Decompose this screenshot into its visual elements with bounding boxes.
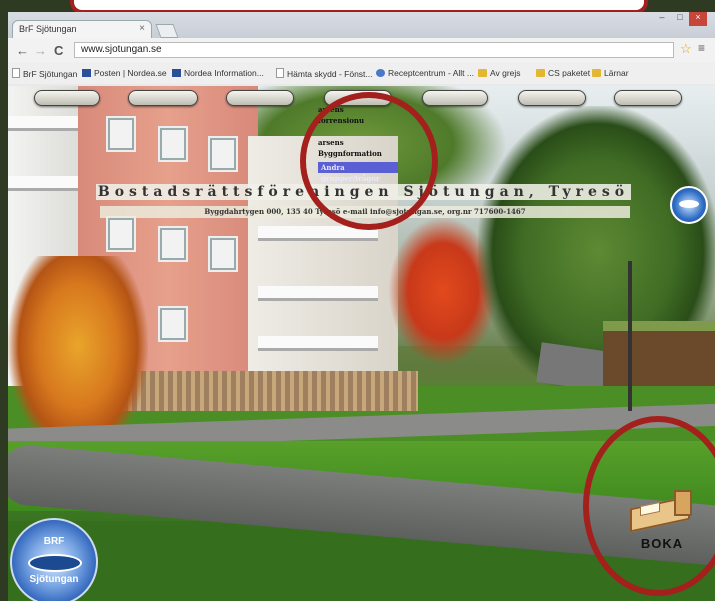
tab-strip: BrF Sjötungan × – □ × — [8, 12, 715, 38]
site-nav-button-7[interactable] — [614, 90, 682, 106]
bookmark-item[interactable]: Hämta skydd - Fönst... — [276, 68, 373, 79]
bookmark-star-icon[interactable]: ☆ — [680, 41, 692, 57]
web-page: arsens forrensionu arsens Byggnformation… — [8, 86, 715, 601]
bookmark-item[interactable]: Nordea Information... — [172, 68, 264, 78]
bookmark-label: CS paketet — [548, 68, 591, 78]
tab-title: BrF Sjötungan — [19, 24, 77, 34]
round-logo-icon[interactable] — [670, 186, 708, 224]
doc-icon — [276, 68, 284, 78]
window-controls: – □ × — [653, 12, 715, 28]
site-nav-button-6[interactable] — [518, 90, 586, 106]
url-text: www.sjotungan.se — [81, 44, 162, 55]
folder-icon — [592, 69, 601, 77]
reload-button[interactable]: C — [54, 43, 63, 58]
tab-close-icon[interactable]: × — [139, 23, 145, 34]
new-tab-button[interactable] — [155, 24, 179, 38]
site-nav-button-5[interactable] — [422, 90, 488, 106]
site-nav-button-3[interactable] — [226, 90, 294, 106]
bookmark-label: Lärnar — [604, 68, 629, 78]
folder-icon — [536, 69, 545, 77]
brf-logo[interactable]: BRF Sjötungan — [10, 518, 98, 601]
doc-icon — [12, 68, 20, 78]
menu-icon[interactable]: ≡ — [698, 41, 705, 55]
background-hut — [603, 321, 715, 386]
bookmark-label: Posten | Nordea.se — [94, 68, 167, 78]
logo-text-bottom: Sjötungan — [29, 574, 79, 585]
bookmark-label: Hämta skydd - Fönst... — [287, 69, 373, 79]
site-nav-button-2[interactable] — [128, 90, 198, 106]
minimize-button[interactable]: – — [653, 12, 671, 26]
globe-icon — [376, 69, 385, 77]
bookmarks-bar: BrF Sjötungan Posten | Nordea.se Nordea In… — [8, 62, 715, 84]
logo-text-top: BRF — [43, 536, 65, 547]
bookmark-label: BrF Sjötungan — [23, 69, 78, 79]
bookmark-item[interactable]: BrF Sjötungan — [12, 68, 77, 79]
bookmark-label: Nordea Information... — [184, 68, 264, 78]
back-button[interactable]: ← — [16, 43, 29, 58]
folder-icon — [478, 69, 487, 77]
browser-window: BrF Sjötungan × – □ × ← → C www.sjotungan.… — [8, 12, 715, 87]
background-lamp-post — [628, 261, 632, 411]
bookmark-item[interactable]: CS paketet — [536, 68, 590, 78]
bookmark-item[interactable]: Lärnar — [592, 68, 629, 78]
browser-toolbar: ← → C www.sjotungan.se ☆ ≡ — [8, 38, 715, 62]
maximize-button[interactable]: □ — [671, 12, 689, 26]
site-nav-button-1[interactable] — [34, 90, 100, 106]
bookmark-item[interactable]: Receptcentrum - Allt ... — [376, 68, 474, 78]
bookmark-label: Av grejs — [490, 68, 521, 78]
bookmark-item[interactable]: Posten | Nordea.se — [82, 68, 167, 78]
bookmark-label: Receptcentrum - Allt ... — [388, 68, 474, 78]
close-window-button[interactable]: × — [689, 12, 707, 26]
annotation-circle-dropdown — [300, 92, 438, 230]
forward-button[interactable]: → — [34, 43, 47, 58]
address-bar[interactable]: www.sjotungan.se — [74, 42, 674, 58]
browser-tab[interactable]: BrF Sjötungan × — [12, 20, 152, 38]
bookmark-item[interactable]: Av grejs — [478, 68, 521, 78]
flag-icon — [82, 69, 91, 77]
flag-icon — [172, 69, 181, 77]
logo-wave-icon — [28, 554, 82, 572]
